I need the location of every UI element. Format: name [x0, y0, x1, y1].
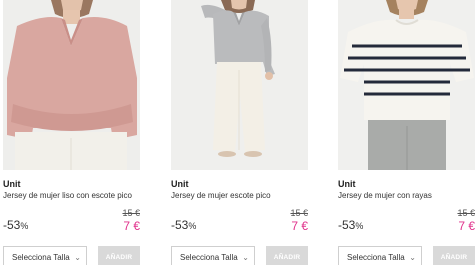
- product-pricing: -53% 15 € 7 €: [338, 208, 475, 236]
- product-actions: Selecciona Talla ⌄ AÑADIR: [3, 246, 140, 265]
- sale-price: 7 €: [291, 219, 308, 233]
- size-select-value: Selecciona Talla: [12, 253, 70, 262]
- size-select-value: Selecciona Talla: [347, 253, 405, 262]
- add-to-cart-button[interactable]: AÑADIR: [266, 246, 308, 265]
- original-price: 15 €: [290, 208, 308, 218]
- discount-unit: %: [188, 221, 197, 231]
- product-pricing: -53% 15 € 7 €: [3, 208, 140, 236]
- discount-value: -53: [338, 218, 356, 232]
- product-image[interactable]: [3, 0, 140, 170]
- product-grid: Unit Jersey de mujer liso con escote pic…: [0, 0, 475, 265]
- product-name[interactable]: Jersey de mujer liso con escote pico: [3, 191, 140, 201]
- product-brand: Unit: [338, 179, 356, 189]
- size-select[interactable]: Selecciona Talla ⌄: [338, 246, 422, 265]
- discount-value: -53: [171, 218, 189, 232]
- discount-badge: -53%: [171, 218, 196, 233]
- add-to-cart-button[interactable]: AÑADIR: [98, 246, 140, 265]
- product-actions: Selecciona Talla ⌄ AÑADIR: [171, 246, 308, 265]
- size-select[interactable]: Selecciona Talla ⌄: [171, 246, 255, 265]
- discount-badge: -53%: [338, 218, 363, 233]
- product-card: Unit Jersey de mujer con rayas -53% 15 €…: [338, 0, 475, 265]
- size-select-value: Selecciona Talla: [180, 253, 238, 262]
- product-pricing: -53% 15 € 7 €: [171, 208, 308, 236]
- product-actions: Selecciona Talla ⌄ AÑADIR: [338, 246, 475, 265]
- product-card: Unit Jersey de mujer liso con escote pic…: [3, 0, 140, 265]
- product-brand: Unit: [171, 179, 189, 189]
- chevron-down-icon: ⌄: [242, 253, 249, 262]
- product-name[interactable]: Jersey de mujer escote pico: [171, 191, 308, 201]
- size-select[interactable]: Selecciona Talla ⌄: [3, 246, 87, 265]
- sale-price: 7 €: [458, 219, 475, 233]
- discount-unit: %: [20, 221, 29, 231]
- product-image[interactable]: [171, 0, 308, 170]
- product-name[interactable]: Jersey de mujer con rayas: [338, 191, 475, 201]
- sale-price: 7 €: [123, 219, 140, 233]
- discount-value: -53: [3, 218, 21, 232]
- chevron-down-icon: ⌄: [74, 253, 81, 262]
- product-brand: Unit: [3, 179, 21, 189]
- discount-badge: -53%: [3, 218, 28, 233]
- original-price: 15 €: [457, 208, 475, 218]
- product-image[interactable]: [338, 0, 475, 170]
- add-to-cart-button[interactable]: AÑADIR: [433, 246, 475, 265]
- product-card: Unit Jersey de mujer escote pico -53% 15…: [171, 0, 308, 265]
- original-price: 15 €: [122, 208, 140, 218]
- discount-unit: %: [355, 221, 364, 231]
- chevron-down-icon: ⌄: [409, 253, 416, 262]
